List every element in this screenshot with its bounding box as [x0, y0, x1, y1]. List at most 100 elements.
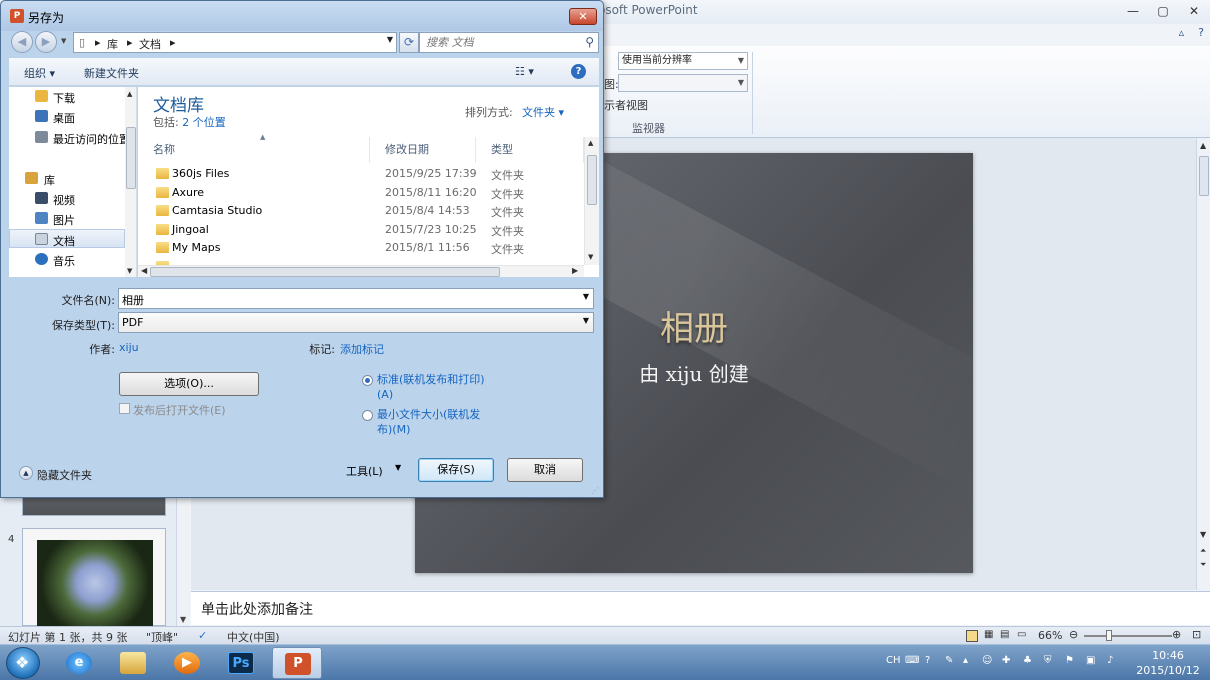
nav-item-recent-places[interactable]: 最近访问的位置	[9, 128, 130, 147]
slideshow-icon[interactable]: ▭	[1017, 629, 1026, 640]
chevron-down-icon[interactable]: ▼	[583, 316, 589, 325]
reading-view-icon[interactable]: ▤	[1000, 629, 1009, 640]
options-button[interactable]: 选项(O)...	[119, 372, 259, 396]
maximize-button[interactable]: ▢	[1152, 2, 1174, 20]
file-row[interactable]: My Maps 2015/8/1 11:56 文件夹	[138, 239, 584, 257]
monitor-select[interactable]: ▼	[618, 74, 748, 92]
optimize-minimum-radio[interactable]	[362, 410, 373, 421]
file-row[interactable]: Jingoal 2015/7/23 10:25 文件夹	[138, 221, 584, 239]
input-language[interactable]: CH	[886, 655, 901, 666]
arrange-by-dropdown[interactable]: 文件夹 ▾	[522, 104, 564, 120]
system-clock[interactable]: 10:46 2015/10/12	[1128, 648, 1208, 678]
minimize-button[interactable]: —	[1122, 2, 1144, 20]
notes-placeholder[interactable]: 单击此处添加备注	[201, 599, 313, 619]
dialog-close-button[interactable]: ✕	[569, 8, 597, 25]
breadcrumb-libraries[interactable]: 库	[107, 36, 118, 52]
help-icon[interactable]: ?	[1198, 26, 1204, 39]
next-slide-icon[interactable]: ⏷	[1200, 560, 1206, 570]
help-tray-icon[interactable]: ?	[925, 655, 930, 666]
nav-item-music[interactable]: 音乐	[9, 250, 125, 269]
column-header-type[interactable]: 类型	[476, 137, 584, 163]
breadcrumb-arrow-icon[interactable]: ▸	[95, 36, 101, 49]
forward-button[interactable]: ▶	[35, 31, 57, 53]
fit-to-window-icon[interactable]: ⊡	[1192, 628, 1201, 641]
dialog-titlebar[interactable]: P 另存为 ✕	[1, 1, 603, 31]
scroll-down-icon[interactable]: ▼	[588, 253, 593, 261]
spellcheck-icon[interactable]: ✓	[198, 629, 207, 642]
scroll-up-icon[interactable]: ▲	[1200, 141, 1206, 150]
zoom-level[interactable]: 66%	[1038, 629, 1062, 642]
hide-folders-button[interactable]: 隐藏文件夹	[37, 467, 92, 483]
slide-sorter-icon[interactable]: ▦	[984, 629, 993, 640]
hide-folders-icon[interactable]: ▲	[19, 466, 33, 480]
security-shield-icon[interactable]: ⛨	[1044, 655, 1052, 666]
network-icon[interactable]: ▣	[1086, 655, 1095, 666]
scroll-down-icon[interactable]: ▼	[1200, 530, 1206, 539]
recent-pages-icon[interactable]: ▼	[61, 37, 66, 45]
file-row[interactable]: 360js Files 2015/9/25 17:39 文件夹	[138, 165, 584, 183]
previous-slide-icon[interactable]: ⏶	[1200, 546, 1206, 556]
nav-item-libraries[interactable]: 库	[9, 169, 125, 188]
zoom-out-icon[interactable]: ⊖	[1069, 628, 1078, 641]
zoom-slider-knob[interactable]	[1106, 630, 1112, 641]
search-icon[interactable]: ⚲	[585, 35, 594, 49]
nav-item-videos[interactable]: 视频	[9, 189, 125, 208]
search-box[interactable]: ⚲	[419, 32, 599, 53]
scroll-up-icon[interactable]: ▲	[588, 139, 593, 147]
change-view-button[interactable]: ☷ ▾	[515, 65, 534, 78]
taskbar-explorer[interactable]	[108, 647, 158, 679]
normal-view-icon[interactable]	[966, 630, 978, 642]
includes-locations-link[interactable]: 2 个位置	[182, 116, 226, 129]
presenter-view-checkbox[interactable]: 示者视图	[604, 97, 648, 113]
taskbar-photoshop[interactable]: Ps	[216, 647, 266, 679]
pen-tray-icon[interactable]: ✎	[945, 655, 953, 666]
scroll-down-icon[interactable]: ▼	[127, 267, 132, 275]
navigation-scrollbar[interactable]: ▲ ▼	[125, 87, 136, 277]
close-button[interactable]: ✕	[1183, 2, 1205, 20]
keyboard-icon[interactable]: ⌨	[905, 655, 919, 666]
help-icon[interactable]: ?	[571, 64, 586, 79]
address-bar[interactable]: ▯ ▸ 库 ▸ 文档 ▸ ▼	[73, 32, 397, 53]
back-button[interactable]: ◀	[11, 31, 33, 53]
filetype-select[interactable]: PDF ▼	[118, 312, 594, 333]
nav-item-downloads[interactable]: 下载	[9, 87, 125, 106]
taskbar-powerpoint[interactable]: P	[272, 647, 322, 679]
ribbon-collapse-icon[interactable]: ▵	[1179, 26, 1185, 39]
zoom-in-icon[interactable]: ⊕	[1172, 628, 1181, 641]
qq-tray-icon[interactable]: ♣	[1023, 655, 1032, 666]
resize-grip-icon[interactable]: ⋰	[591, 486, 599, 495]
cancel-button[interactable]: 取消	[507, 458, 583, 482]
nav-item-pictures[interactable]: 图片	[9, 209, 125, 228]
optimize-standard-radio[interactable]	[362, 375, 373, 386]
scrollbar-thumb[interactable]	[126, 127, 136, 189]
scrollbar-thumb[interactable]	[587, 155, 597, 205]
scroll-left-icon[interactable]: ◀	[141, 266, 147, 275]
slide-thumbnail-4[interactable]	[22, 528, 166, 626]
file-row[interactable]: Camtasia Studio 2015/8/4 14:53 文件夹	[138, 202, 584, 220]
column-header-date[interactable]: 修改日期	[370, 137, 476, 163]
show-hidden-icons[interactable]: ▴	[963, 655, 968, 666]
zoom-slider[interactable]	[1084, 635, 1172, 637]
slide-scrollbar[interactable]: ▲ ▼ ⏶ ⏷	[1196, 138, 1210, 590]
filename-field[interactable]: 相册 ▼	[118, 288, 594, 309]
optimize-minimum-label[interactable]: 最小文件大小(联机发布)(M)	[377, 407, 487, 437]
breadcrumb-arrow-icon[interactable]: ▸	[127, 36, 133, 49]
volume-icon[interactable]: ♪	[1107, 655, 1113, 666]
start-button[interactable]: ❖	[6, 647, 40, 679]
search-input[interactable]	[420, 33, 570, 52]
save-button[interactable]: 保存(S)	[418, 458, 494, 482]
open-after-publish-checkbox[interactable]	[119, 403, 130, 414]
user-tray-icon[interactable]: ☺	[982, 655, 992, 666]
file-list-horizontal-scrollbar[interactable]: ◀ ▶	[138, 265, 584, 277]
tags-field[interactable]: 添加标记	[340, 341, 384, 357]
language-indicator[interactable]: 中文(中国)	[227, 629, 280, 645]
scroll-up-icon[interactable]: ▲	[127, 90, 132, 98]
file-row[interactable]	[138, 258, 584, 265]
breadcrumb-documents[interactable]: 文档	[139, 36, 161, 52]
flag-tray-icon[interactable]: ⚑	[1065, 655, 1074, 666]
new-folder-button[interactable]: 新建文件夹	[84, 65, 139, 81]
scroll-right-icon[interactable]: ▶	[572, 266, 578, 275]
refresh-button[interactable]: ⟳	[399, 32, 419, 53]
file-row[interactable]: Axure 2015/8/11 16:20 文件夹	[138, 184, 584, 202]
app-tray-icon[interactable]: ✚	[1002, 655, 1010, 666]
